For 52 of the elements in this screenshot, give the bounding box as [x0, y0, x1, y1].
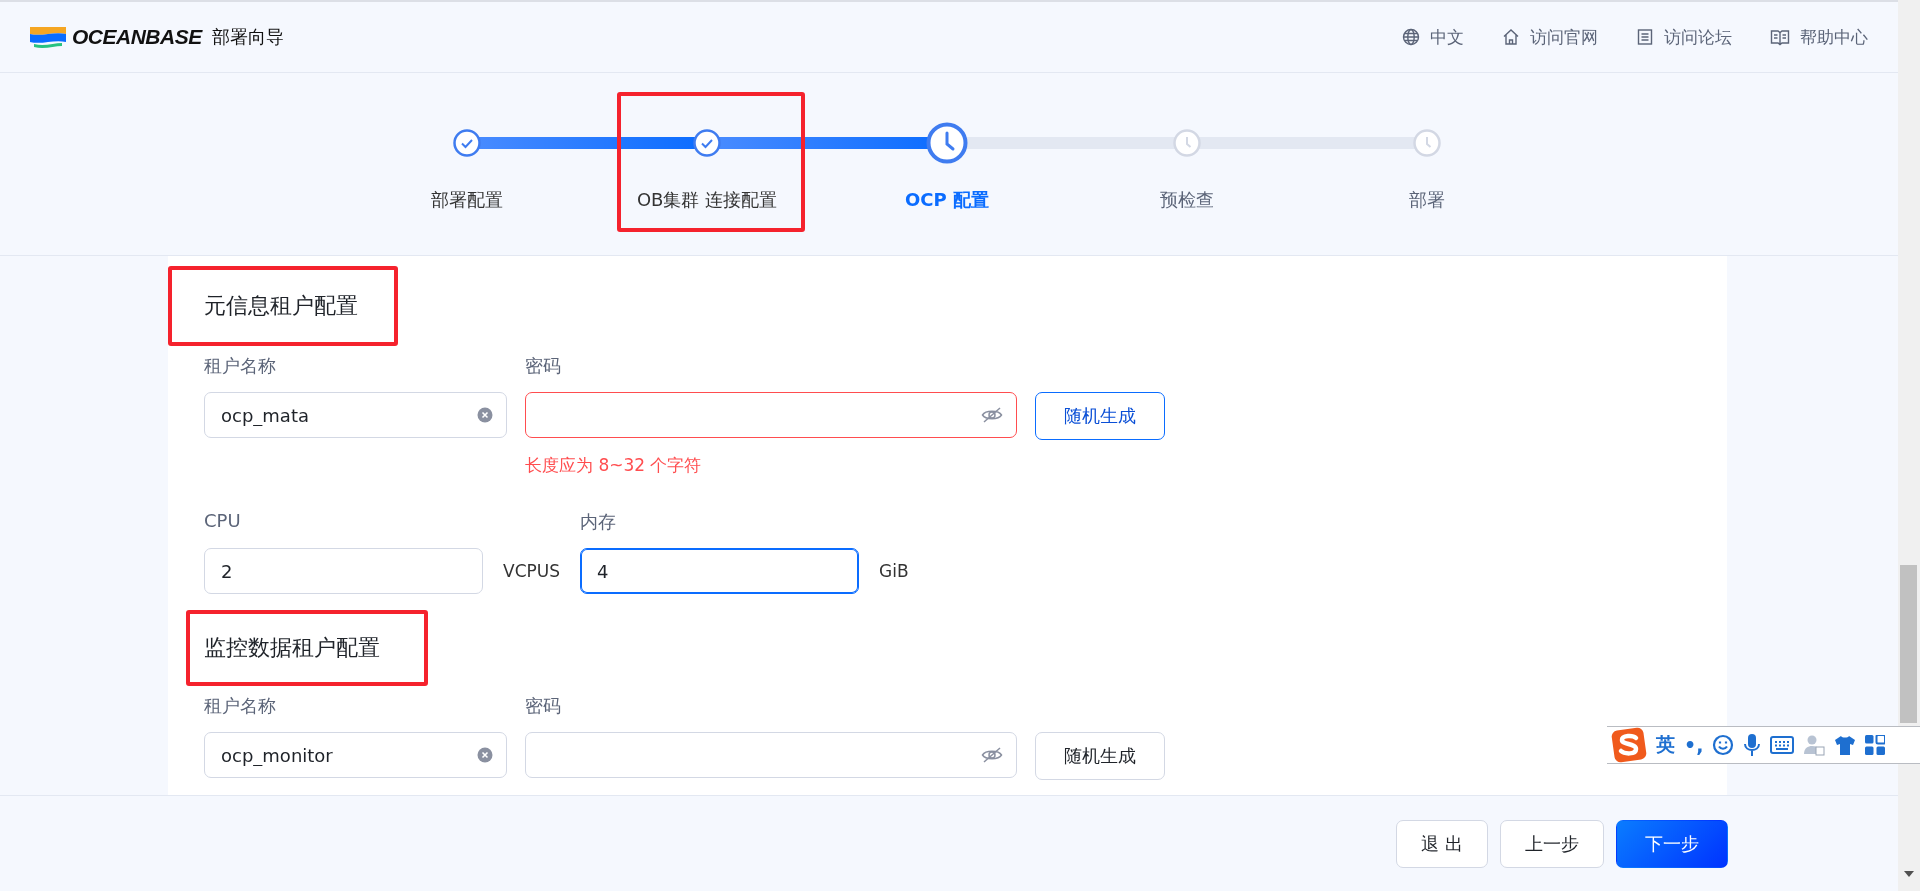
step-label: 预检查 [1160, 188, 1214, 212]
input-field[interactable]: ocp_mata [204, 392, 507, 438]
section-title: 监控数据租户配置 [204, 634, 380, 662]
next-button[interactable]: 下一步 [1616, 819, 1728, 868]
book-icon [1770, 28, 1790, 46]
eye-slash-icon[interactable] [981, 406, 1003, 424]
clear-icon[interactable] [477, 407, 493, 423]
generate-button[interactable]: 随机生成 [1035, 732, 1165, 780]
input-field[interactable]: 2 [204, 548, 483, 594]
scrollbar-thumb[interactable] [1900, 565, 1917, 723]
ime-logo-icon[interactable] [1611, 727, 1647, 763]
step-label: OCP 配置 [905, 188, 989, 212]
home-icon [1502, 28, 1520, 46]
field-label: 密码 [525, 354, 562, 378]
generate-button[interactable]: 随机生成 [1035, 392, 1165, 440]
unit-label: GiB [879, 560, 909, 583]
field-label: CPU [204, 510, 242, 533]
input-field[interactable]: ocp_monitor [204, 732, 507, 778]
field-label: 内存 [580, 510, 617, 534]
punctuation-mode[interactable]: •, [1684, 734, 1704, 756]
clear-icon[interactable] [477, 747, 493, 763]
step-label: OB集群 连接配置 [636, 188, 778, 212]
step-label: 部署 [1409, 188, 1445, 212]
nav-link[interactable]: 访问论坛 [1636, 25, 1732, 49]
step-label: 部署配置 [431, 188, 503, 212]
field-label: 租户名称 [204, 354, 277, 378]
nav-link[interactable]: 帮助中心 [1770, 25, 1868, 49]
document-icon [1636, 28, 1654, 46]
unit-label: VCPUS [503, 560, 560, 583]
footer-button[interactable]: 上一步 [1500, 819, 1604, 868]
nav-link[interactable]: 中文 [1402, 25, 1464, 49]
shirt-icon[interactable] [1834, 734, 1857, 756]
error-message: 长度应为 8~32 个字符 [525, 454, 703, 477]
footer-button[interactable]: 退 出 [1396, 819, 1488, 868]
smiley-icon[interactable] [1712, 734, 1735, 756]
user-icon[interactable] [1803, 734, 1826, 756]
input-mode[interactable]: 英 [1656, 732, 1675, 758]
logo-text: OCEANBASE [72, 25, 202, 49]
grid-icon[interactable] [1865, 735, 1886, 755]
scroll-down-icon[interactable] [1904, 871, 1914, 877]
input-field[interactable]: 4 [580, 548, 859, 594]
microphone-icon[interactable] [1743, 733, 1762, 757]
keyboard-icon[interactable] [1770, 736, 1795, 754]
password-field[interactable] [525, 392, 1017, 438]
nav-link[interactable]: 访问官网 [1502, 25, 1598, 49]
globe-icon [1402, 28, 1420, 46]
section-title: 元信息租户配置 [204, 292, 358, 320]
field-label: 密码 [525, 694, 562, 718]
eye-slash-icon[interactable] [981, 746, 1003, 764]
app-title: 部署向导 [211, 25, 284, 49]
logo-icon [30, 25, 66, 49]
field-label: 租户名称 [204, 694, 277, 718]
